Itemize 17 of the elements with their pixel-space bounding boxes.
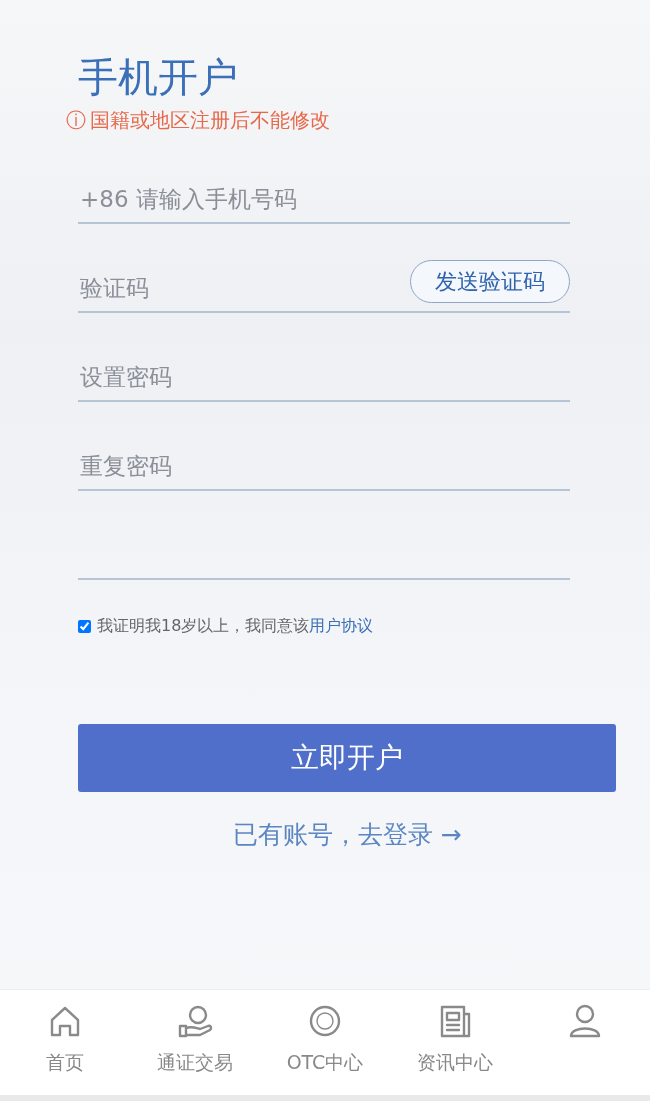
agreement-text: 我证明我18岁以上，我同意该用户协议 xyxy=(97,615,374,637)
notice-text: 国籍或地区注册后不能修改 xyxy=(90,107,330,134)
send-code-button[interactable]: 发送验证码 xyxy=(410,260,570,303)
page-title: 手机开户 xyxy=(78,55,239,99)
input-field[interactable]: 重复密码 xyxy=(78,448,570,483)
input-field[interactable]: +86 请输入手机号码 xyxy=(78,181,570,216)
user-agreement-link[interactable]: 用户协议 xyxy=(309,616,374,635)
tab-item[interactable]: 首页 xyxy=(0,990,130,1095)
info-icon: ⓘ xyxy=(66,105,86,135)
tab-item[interactable]: 资讯中心 xyxy=(390,990,520,1095)
input-field[interactable]: 设置密码 xyxy=(78,359,570,394)
tab-item[interactable]: 通证交易 xyxy=(130,990,260,1095)
agree-checkbox[interactable] xyxy=(78,619,91,633)
input-field[interactable]: 验证码 xyxy=(78,270,410,305)
tab-item[interactable]: OTC中心 xyxy=(260,990,390,1095)
submit-button[interactable]: 立即开户 xyxy=(78,724,616,792)
login-link[interactable]: 已有账号，去登录 → xyxy=(78,816,616,854)
